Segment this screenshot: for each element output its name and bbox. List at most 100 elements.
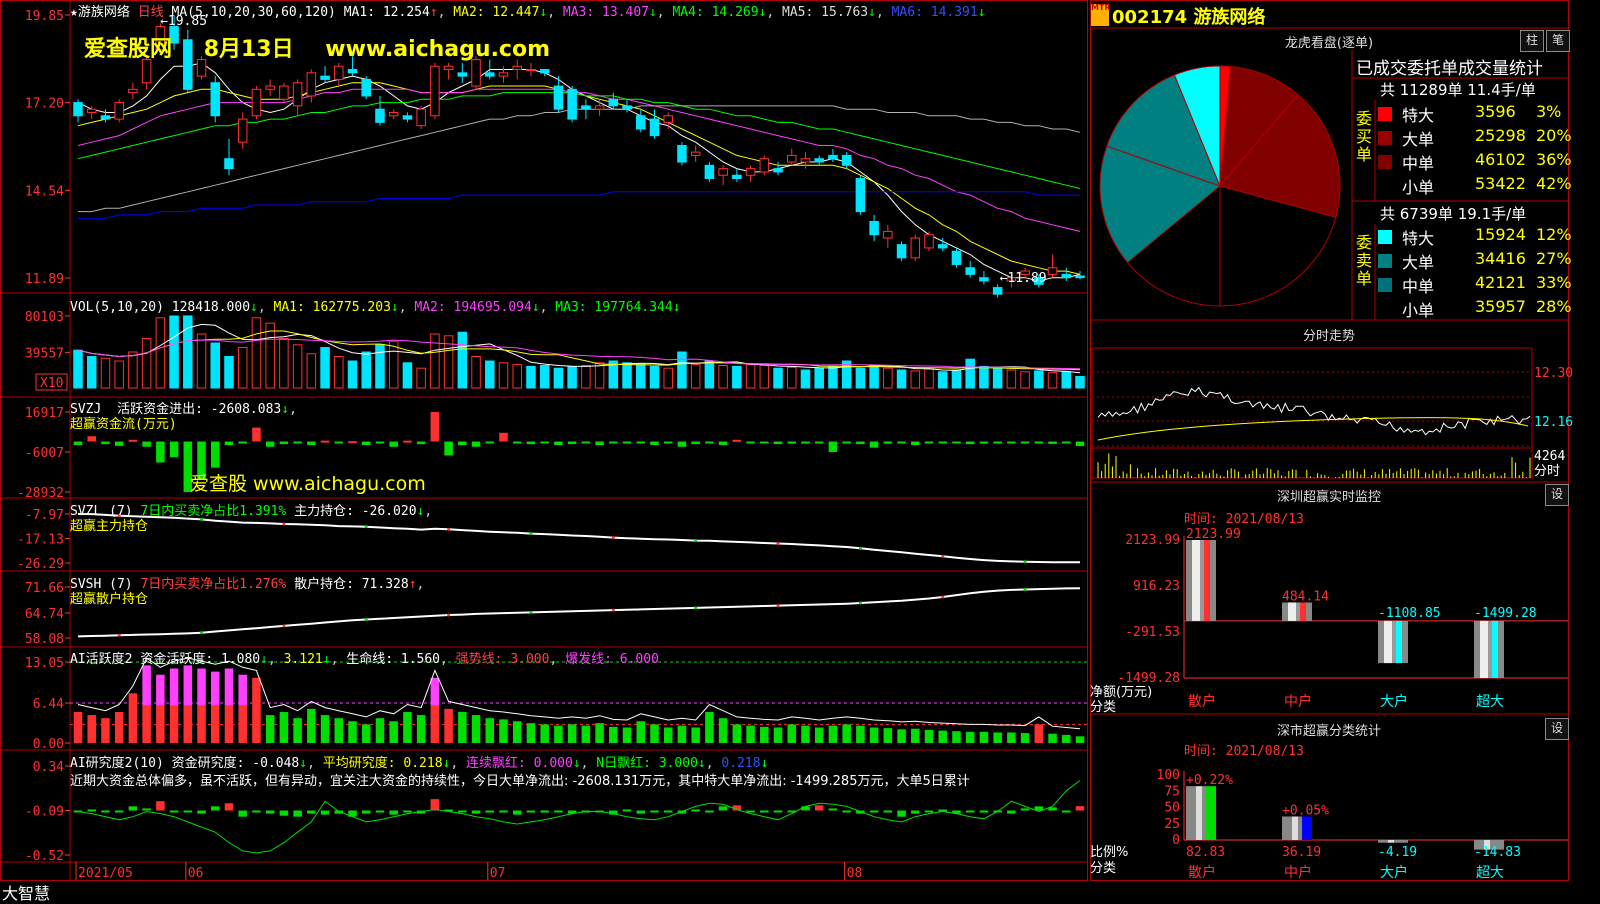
ai1-bar bbox=[416, 715, 426, 743]
legend-swatch bbox=[1378, 302, 1392, 316]
svsh-dot bbox=[694, 606, 698, 610]
arrow-down-icon: ↓ bbox=[539, 5, 548, 20]
period-label[interactable]: 日线 bbox=[138, 5, 164, 20]
ai1-bar bbox=[444, 708, 453, 743]
ai1-bar bbox=[224, 705, 234, 743]
tick-view-button[interactable]: 笔 bbox=[1546, 30, 1570, 52]
ai1-bar-top bbox=[142, 665, 151, 706]
ai1-bar bbox=[718, 718, 728, 743]
bar-view-button[interactable]: 柱 bbox=[1520, 30, 1544, 52]
ai1-bar bbox=[334, 718, 344, 743]
ai2-bar bbox=[499, 810, 508, 813]
vol-bar bbox=[979, 365, 989, 389]
date-label: 08 bbox=[847, 866, 863, 881]
classify-time: 时间: 2021/08/13 bbox=[1184, 744, 1304, 759]
svzl-tick: -26.29 bbox=[17, 557, 64, 572]
svzl-value: 主力持仓: -26.020 bbox=[294, 504, 417, 519]
svsh-dot bbox=[941, 595, 945, 599]
classify-bar bbox=[1282, 816, 1312, 840]
monitor-bar-segment bbox=[1378, 620, 1384, 664]
vol-bar bbox=[265, 322, 275, 389]
ai2-bar bbox=[705, 810, 714, 813]
ai2-bar bbox=[197, 810, 206, 814]
vol-bar bbox=[73, 349, 83, 389]
svzl-dot bbox=[858, 546, 862, 550]
ma6-value: MA6: 14.391 bbox=[891, 5, 978, 20]
monitor-settings-button[interactable]: 设 bbox=[1545, 484, 1569, 506]
vol-bar bbox=[402, 362, 413, 389]
svzj-bar bbox=[416, 441, 426, 445]
ai1-bar bbox=[348, 721, 357, 743]
candle-body bbox=[855, 178, 866, 213]
vol-bar bbox=[114, 360, 124, 389]
watermark: 爱查股网 8月13日 www.aichagu.com bbox=[84, 31, 550, 63]
svzj-bar bbox=[238, 441, 247, 444]
ma-line-ma4 bbox=[77, 92, 1081, 189]
svzj-bar bbox=[677, 441, 687, 447]
candle-body bbox=[992, 287, 1003, 295]
vol-value: 128418.000 bbox=[171, 300, 251, 315]
monitor-xlabel: 分类 bbox=[1090, 700, 1117, 715]
classify-settings-button[interactable]: 设 bbox=[1545, 718, 1569, 740]
svzl-line bbox=[77, 513, 1081, 564]
svzj-bar bbox=[540, 441, 549, 444]
vol-bar bbox=[485, 360, 495, 389]
ai1-bar-top bbox=[156, 674, 165, 706]
candle-body bbox=[306, 72, 317, 97]
candle-body bbox=[951, 250, 962, 265]
ai1-bar bbox=[952, 731, 961, 743]
candle-body bbox=[526, 69, 536, 72]
vol-bar bbox=[1047, 372, 1058, 389]
vol-bar bbox=[471, 356, 481, 389]
candle-body bbox=[704, 164, 715, 180]
vol-bar bbox=[636, 364, 646, 389]
svzj-bar bbox=[334, 441, 344, 444]
ai2-bar bbox=[814, 805, 824, 811]
vol-bar bbox=[320, 347, 330, 389]
vol-bar bbox=[704, 360, 715, 389]
svzj-bar bbox=[952, 441, 961, 444]
ai1-bar bbox=[911, 728, 920, 743]
vol-bar bbox=[86, 356, 97, 389]
ai2-bar bbox=[430, 799, 440, 811]
vol-bar bbox=[416, 367, 426, 389]
candle-body bbox=[457, 72, 468, 77]
ai1-bar bbox=[361, 724, 371, 743]
vol-bar bbox=[855, 367, 866, 389]
svzj-bar bbox=[1020, 441, 1030, 444]
candle-body bbox=[86, 108, 97, 113]
vol-bar bbox=[388, 340, 399, 389]
ai2-bar bbox=[526, 810, 536, 813]
svzj-bar bbox=[114, 441, 124, 446]
monitor-bar-segment bbox=[1210, 540, 1216, 621]
ai1-c: 生命线: 1.560 bbox=[346, 652, 441, 667]
classify-bar-segment bbox=[1186, 786, 1196, 840]
monitor-bar-value: -1108.85 bbox=[1378, 606, 1441, 621]
svzj-bar bbox=[252, 427, 261, 442]
candle-body bbox=[649, 118, 660, 137]
monitor-bar bbox=[1474, 620, 1504, 678]
candle-body bbox=[814, 158, 824, 163]
vol-bar bbox=[745, 364, 756, 389]
candle-body bbox=[732, 174, 742, 180]
stats-pct: 12% bbox=[1536, 225, 1572, 244]
ai2-bar bbox=[842, 810, 851, 813]
stats-pct: 3% bbox=[1536, 102, 1562, 121]
candle-body bbox=[663, 115, 673, 123]
candle-body bbox=[553, 85, 564, 110]
svzj-bar bbox=[663, 441, 673, 444]
svzj-tick: -6007 bbox=[25, 446, 64, 461]
svzj-bar bbox=[169, 441, 179, 458]
ai1-bar bbox=[883, 728, 893, 743]
svsh-dot bbox=[200, 631, 204, 635]
classify-bar-value: +0.22% bbox=[1186, 773, 1233, 788]
svzl-dot bbox=[529, 532, 533, 536]
svzj-bar bbox=[1034, 441, 1044, 444]
monitor-bar-segment bbox=[1480, 620, 1488, 678]
candle-body bbox=[567, 88, 577, 120]
ai1-bar bbox=[1075, 736, 1085, 743]
candle-body bbox=[965, 267, 975, 275]
vol-bar bbox=[567, 365, 577, 389]
stats-value: 46102 bbox=[1475, 150, 1526, 169]
candle-body bbox=[841, 154, 852, 166]
